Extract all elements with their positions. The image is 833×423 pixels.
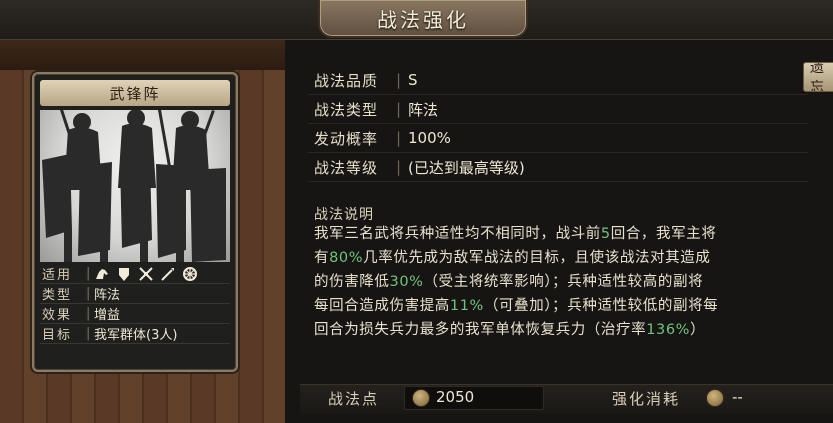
attr-effect: 效果 | 增益	[40, 304, 230, 324]
attr-target-label: 目标	[42, 328, 73, 343]
desc-highlight: 80%	[329, 250, 364, 266]
description-title: 战法说明	[314, 207, 374, 223]
attr-type: 类型 | 阵法	[40, 284, 230, 304]
description-line: 有80%几率优先成为敌军战法的目标，且使该战法对其造成	[314, 246, 833, 270]
desc-highlight: 30%	[389, 274, 424, 290]
desc-highlight: 11%	[449, 298, 484, 314]
type-value: 阵法	[408, 100, 439, 119]
desc-text: （可叠加）；兵种适性较低的副将每	[483, 298, 719, 314]
type-label: 战法类型	[314, 100, 379, 119]
forget-button[interactable]: 遗忘	[803, 62, 833, 92]
description-line: 的伤害降低30%（受主将统率影响）；兵种适性较高的副将	[314, 270, 833, 294]
desc-highlight: 136%	[646, 322, 691, 338]
bottom-bar	[300, 384, 833, 414]
wheel-icon	[183, 266, 197, 281]
separator: |	[396, 100, 402, 118]
attr-type-label: 类型	[42, 288, 73, 303]
description-line: 回合为损失兵力最多的我军单体恢复兵力（治疗率136%）	[314, 318, 833, 342]
upgrade-cost-label: 强化消耗	[612, 390, 681, 408]
coin-icon	[412, 389, 430, 407]
troop-type-icons	[94, 266, 198, 282]
description-text: 我军三名武将兵种适性均不相同时，战斗前5回合，我军主将 有80%几率优先成为敌军…	[314, 222, 833, 342]
attr-suitable: 适用 |	[40, 264, 230, 284]
separator: |	[86, 286, 91, 301]
desc-highlight: 5	[600, 226, 611, 242]
attr-effect-label: 效果	[42, 308, 73, 323]
desc-text: 我军三名武将兵种适性均不相同时，战斗前	[314, 226, 601, 242]
attr-suitable-label: 适用	[42, 268, 73, 283]
tactic-card: 武锋阵 适用 | 类型 | 阵法 效果 | 增益 目标 | 我军群体(3人)	[32, 72, 238, 372]
description-line: 我军三名武将兵种适性均不相同时，战斗前5回合，我军主将	[314, 222, 833, 246]
desc-text: 几率优先成为敌军战法的目标，且使该战法对其造成	[363, 250, 711, 266]
spear-icon	[161, 267, 174, 281]
soldiers-illustration	[42, 110, 226, 262]
wood-rail	[0, 40, 285, 70]
desc-text: 回合，我军主将	[610, 226, 717, 242]
tactic-points-value: 2050	[436, 388, 475, 406]
desc-text: 的伤害降低	[314, 274, 390, 290]
quality-value: S	[408, 71, 418, 89]
info-rate: 发动概率 | 100%	[308, 124, 808, 153]
level-value: (已达到最高等级)	[408, 158, 525, 177]
desc-text: （受主将统率影响）；兵种适性较高的副将	[423, 274, 704, 290]
description-line: 每回合造成伤害提高11%（可叠加）；兵种适性较低的副将每	[314, 294, 833, 318]
crossbow-icon	[139, 266, 153, 281]
upgrade-cost-value: --	[732, 388, 743, 406]
shield-icon	[119, 267, 129, 281]
attr-effect-value: 增益	[94, 308, 121, 323]
window-title: 战法强化	[318, 0, 528, 38]
rate-value: 100%	[408, 129, 451, 147]
rate-label: 发动概率	[314, 129, 379, 148]
card-attributes: 适用 | 类型 | 阵法 效果 | 增益 目标 | 我军群体(3人)	[40, 264, 230, 344]
coin-icon	[706, 389, 724, 407]
info-level: 战法等级 | (已达到最高等级)	[308, 153, 808, 182]
tactic-info: 战法品质 | S 战法类型 | 阵法 发动概率 | 100% 战法等级 | (已…	[308, 66, 808, 182]
separator: |	[86, 266, 91, 281]
level-label: 战法等级	[314, 158, 379, 177]
desc-text: 每回合造成伤害提高	[314, 298, 450, 314]
attr-target: 目标 | 我军群体(3人)	[40, 324, 230, 344]
desc-text: 回合为损失兵力最多的我军单体恢复兵力（治疗率	[314, 322, 647, 338]
info-quality: 战法品质 | S	[308, 66, 808, 95]
desc-text: ）	[690, 322, 706, 338]
info-type: 战法类型 | 阵法	[308, 95, 808, 124]
tactic-name: 武锋阵	[40, 80, 230, 106]
cavalry-icon	[96, 268, 108, 279]
soldiers-silhouette-image	[40, 110, 230, 262]
separator: |	[86, 326, 91, 341]
attr-type-value: 阵法	[94, 288, 121, 303]
separator: |	[396, 158, 402, 176]
separator: |	[396, 129, 402, 147]
tactic-points-label: 战法点	[328, 390, 380, 408]
desc-text: 有	[314, 250, 330, 266]
quality-label: 战法品质	[314, 71, 379, 90]
separator: |	[86, 306, 91, 321]
separator: |	[396, 71, 402, 89]
attr-target-value: 我军群体(3人)	[94, 328, 178, 343]
